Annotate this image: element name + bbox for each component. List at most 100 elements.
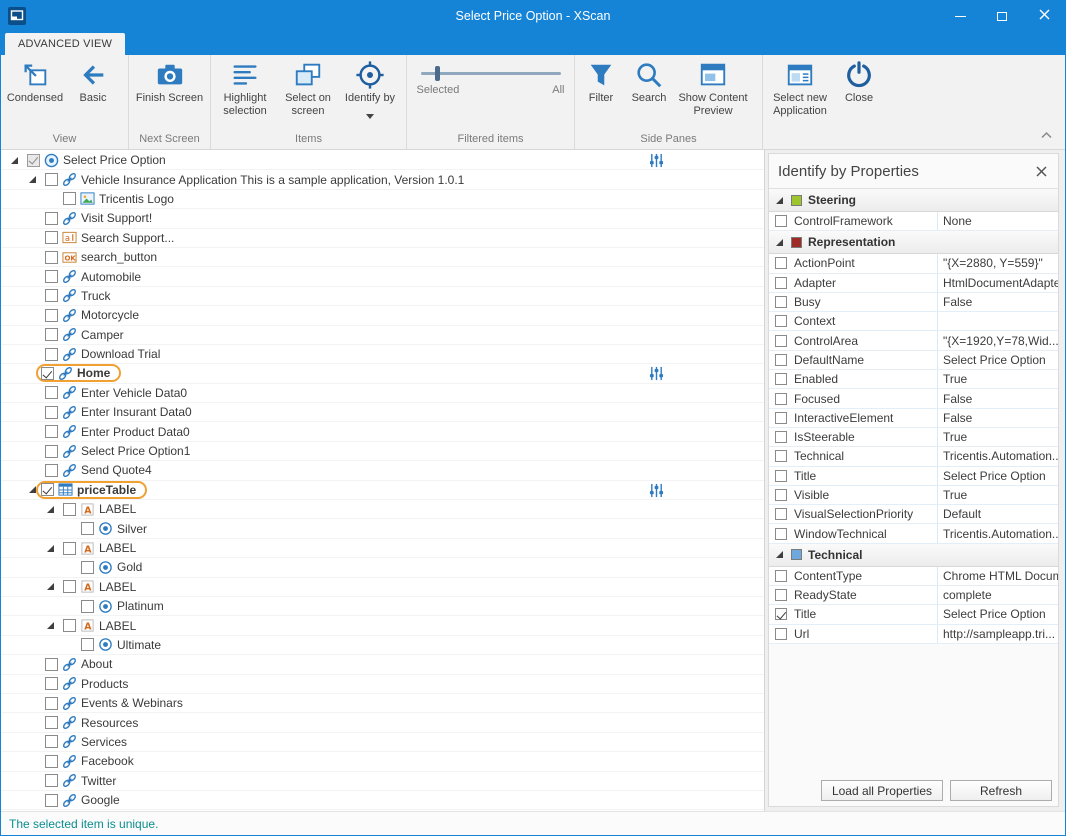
tree-item-checkbox[interactable] (45, 755, 58, 768)
property-checkbox[interactable] (775, 489, 787, 501)
tree-item-facebook[interactable]: Facebook (1, 752, 764, 771)
finish-screen-button[interactable]: Finish Screen (135, 58, 205, 105)
section-header-representation[interactable]: Representation (769, 231, 1058, 254)
tree-item-label[interactable]: ALABEL (1, 500, 764, 519)
tree-item-checkbox[interactable] (63, 542, 76, 555)
tree-item-services[interactable]: Services (1, 733, 764, 752)
tree-item-checkbox[interactable] (45, 425, 58, 438)
tree-item-checkbox[interactable] (45, 406, 58, 419)
collapse-ribbon-icon[interactable] (1040, 126, 1053, 144)
property-checkbox[interactable] (775, 450, 787, 462)
tree-item-visit-support[interactable]: Visit Support! (1, 209, 764, 228)
tree-item-checkbox[interactable] (45, 445, 58, 458)
tree-item-checkbox[interactable] (45, 328, 58, 341)
filter-button[interactable]: Filter (577, 58, 625, 105)
tree-item-checkbox[interactable] (45, 697, 58, 710)
tree-item-select-price-option1[interactable]: Select Price Option1 (1, 442, 764, 461)
tree-item-enter-insurant-data0[interactable]: Enter Insurant Data0 (1, 403, 764, 422)
basic-button[interactable]: Basic (67, 58, 119, 105)
maximize-button[interactable] (981, 1, 1023, 31)
tree-item-checkbox[interactable] (63, 619, 76, 632)
tree-item-search-support[interactable]: aSearch Support... (1, 229, 764, 248)
property-checkbox[interactable] (775, 354, 787, 366)
tree-item-checkbox[interactable] (81, 561, 94, 574)
property-checkbox[interactable] (775, 608, 787, 620)
refresh-button[interactable]: Refresh (950, 780, 1052, 801)
property-checkbox[interactable] (775, 628, 787, 640)
property-row-interactiveelement[interactable]: InteractiveElementFalse (769, 409, 1058, 428)
tab-advanced-view[interactable]: ADVANCED VIEW (5, 33, 125, 55)
expander-icon[interactable] (43, 503, 57, 515)
property-row-url[interactable]: Urlhttp://sampleapp.tri... (769, 625, 1058, 644)
tree-item-twitter[interactable]: Twitter (1, 772, 764, 791)
tree-item-checkbox[interactable] (45, 658, 58, 671)
tree-item-checkbox[interactable] (81, 638, 94, 651)
tree-item-products[interactable]: Products (1, 675, 764, 694)
property-checkbox[interactable] (775, 257, 787, 269)
tree-item-select-price-option[interactable]: Select Price Option (1, 151, 764, 170)
property-row-title[interactable]: TitleSelect Price Option (769, 605, 1058, 624)
tree-item-events-webinars[interactable]: Events & Webinars (1, 694, 764, 713)
load-all-properties-button[interactable]: Load all Properties (821, 780, 943, 801)
expander-icon[interactable] (43, 542, 57, 554)
tree-item-checkbox[interactable] (45, 677, 58, 690)
tree-item-checkbox[interactable] (45, 386, 58, 399)
property-checkbox[interactable] (775, 215, 787, 227)
tree-item-label[interactable]: ALABEL (1, 616, 764, 635)
property-row-windowtechnical[interactable]: WindowTechnicalTricentis.Automation... (769, 524, 1058, 543)
identify-criteria-icon[interactable] (649, 153, 664, 168)
property-row-issteerable[interactable]: IsSteerableTrue (769, 428, 1058, 447)
property-row-context[interactable]: Context (769, 312, 1058, 331)
tree-item-label[interactable]: ALABEL (1, 578, 764, 597)
slider-thumb[interactable] (435, 66, 440, 81)
tree-item-pricetable[interactable]: priceTable (1, 481, 764, 500)
tree-item-resources[interactable]: Resources (1, 713, 764, 732)
tree-item-checkbox[interactable] (45, 231, 58, 244)
property-row-technical[interactable]: TechnicalTricentis.Automation... (769, 447, 1058, 466)
tree-item-checkbox[interactable] (27, 154, 40, 167)
close-scan-button[interactable]: Close (835, 58, 883, 105)
tree-item-download-trial[interactable]: Download Trial (1, 345, 764, 364)
tree-item-checkbox[interactable] (41, 367, 54, 380)
tree-item-ultimate[interactable]: Ultimate (1, 636, 764, 655)
slider-track[interactable] (421, 72, 561, 75)
tree-item-camper[interactable]: Camper (1, 326, 764, 345)
property-checkbox[interactable] (775, 296, 787, 308)
expander-icon[interactable] (25, 174, 39, 186)
tree-item-gold[interactable]: Gold (1, 558, 764, 577)
property-row-visible[interactable]: VisibleTrue (769, 486, 1058, 505)
tree-item-checkbox[interactable] (45, 270, 58, 283)
tree-item-checkbox[interactable] (63, 580, 76, 593)
tree-item-home[interactable]: Home (1, 364, 764, 383)
property-checkbox[interactable] (775, 589, 787, 601)
property-row-visualselectionpriority[interactable]: VisualSelectionPriorityDefault (769, 505, 1058, 524)
show-content-preview-button[interactable]: Show Content Preview (673, 58, 753, 118)
property-row-busy[interactable]: BusyFalse (769, 293, 1058, 312)
tree-item-about[interactable]: About (1, 655, 764, 674)
identify-criteria-icon[interactable] (649, 483, 664, 498)
property-row-contenttype[interactable]: ContentTypeChrome HTML Docum... (769, 567, 1058, 586)
expander-icon[interactable] (775, 196, 785, 205)
tree-item-checkbox[interactable] (45, 309, 58, 322)
expander-icon[interactable] (43, 581, 57, 593)
property-row-focused[interactable]: FocusedFalse (769, 389, 1058, 408)
tree-item-search-button[interactable]: OKsearch_button (1, 248, 764, 267)
property-row-controlarea[interactable]: ControlArea"{X=1920,Y=78,Wid... (769, 331, 1058, 350)
property-checkbox[interactable] (775, 431, 787, 443)
property-row-controlframework[interactable]: ControlFrameworkNone (769, 212, 1058, 231)
property-checkbox[interactable] (775, 412, 787, 424)
tree-item-checkbox[interactable] (45, 212, 58, 225)
expander-icon[interactable] (7, 154, 21, 166)
property-row-title[interactable]: TitleSelect Price Option (769, 467, 1058, 486)
panel-close-icon[interactable] (1033, 163, 1049, 179)
property-checkbox[interactable] (775, 335, 787, 347)
search-button[interactable]: Search (625, 58, 673, 105)
property-checkbox[interactable] (775, 508, 787, 520)
tree-item-checkbox[interactable] (45, 348, 58, 361)
tree-item-checkbox[interactable] (45, 794, 58, 807)
property-checkbox[interactable] (775, 528, 787, 540)
highlight-selection-button[interactable]: Highlight selection (213, 58, 277, 118)
select-new-application-button[interactable]: Select new Application (765, 58, 835, 118)
tree-item-automobile[interactable]: Automobile (1, 267, 764, 286)
property-row-enabled[interactable]: EnabledTrue (769, 370, 1058, 389)
